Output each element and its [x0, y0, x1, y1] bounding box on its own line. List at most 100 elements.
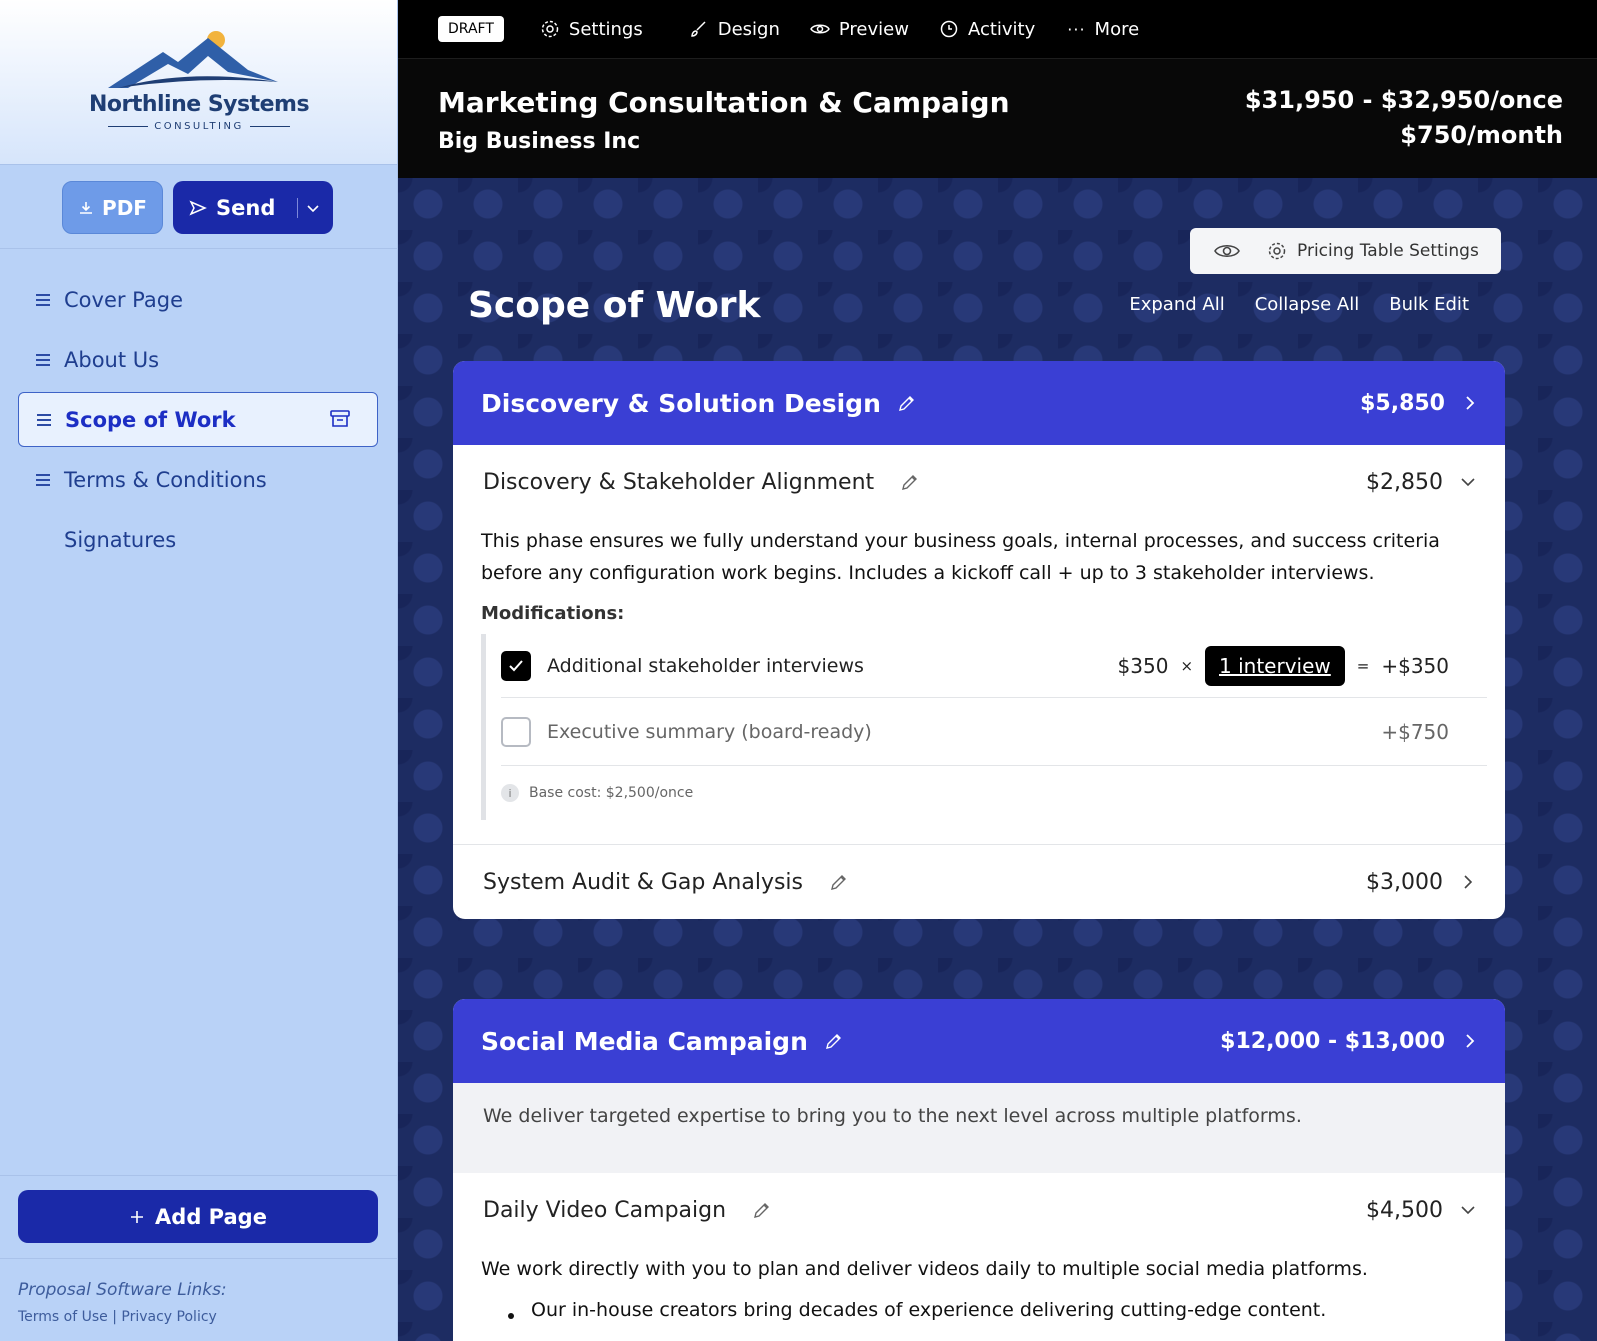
sidebar-item-scope-of-work[interactable]: Scope of Work [18, 392, 378, 447]
pencil-icon[interactable] [897, 393, 917, 413]
pencil-icon[interactable] [829, 872, 849, 892]
divider [0, 1175, 398, 1176]
drag-handle-icon[interactable] [36, 473, 50, 486]
base-cost-text: Base cost: $2,500/once [529, 785, 694, 801]
list-item: Our in-house creators bring decades of e… [453, 1285, 1505, 1321]
pricing-section-card: Discovery & Solution Design $5,850 Disco… [453, 361, 1505, 919]
send-icon [189, 200, 207, 215]
expand-all-button[interactable]: Expand All [1129, 294, 1224, 315]
quantity-input[interactable]: 1 interview [1205, 645, 1345, 686]
chevron-right-icon[interactable] [1463, 1032, 1477, 1050]
equals-sign: = [1356, 656, 1370, 675]
preview-menu[interactable]: Preview [809, 19, 909, 40]
sidebar-item-terms-conditions[interactable]: Terms & Conditions [18, 452, 378, 507]
activity-menu[interactable]: Activity [939, 19, 1035, 40]
section-intro: We deliver targeted expertise to bring y… [453, 1083, 1505, 1173]
line-item-price: $3,000 [1366, 869, 1443, 895]
line-item-title: Discovery & Stakeholder Alignment [483, 469, 875, 495]
topbar: DRAFT Settings Design Preview Activity ·… [398, 0, 1597, 58]
page-content: Pricing Table Settings Scope of Work Exp… [398, 178, 1597, 1341]
proposal-title[interactable]: Marketing Consultation & Campaign [438, 86, 1010, 119]
chevron-down-icon[interactable] [1459, 1203, 1477, 1217]
modification-total: +$750 [1381, 719, 1449, 744]
settings-label: Settings [568, 18, 643, 40]
base-cost-note: i Base cost: $2,500/once [501, 766, 1487, 820]
logo-name: Northline Systems [88, 92, 310, 117]
divider [0, 1258, 398, 1259]
add-page-label: Add Page [155, 1204, 267, 1229]
pricing-table-settings-label: Pricing Table Settings [1297, 241, 1479, 261]
sidebar-item-signatures[interactable]: Signatures [18, 512, 378, 567]
line-item-price: $4,500 [1366, 1197, 1443, 1223]
total-once-price: $31,950 - $32,950/once [1244, 86, 1563, 114]
chevron-down-icon[interactable] [306, 201, 320, 215]
pdf-button[interactable]: PDF [62, 181, 163, 234]
line-item-description: This phase ensures we fully understand y… [481, 530, 1440, 584]
send-button[interactable]: Send [173, 181, 333, 234]
visibility-toggle-button[interactable] [1190, 228, 1264, 274]
logo-subtitle: CONSULTING [0, 121, 398, 132]
modification-checkbox[interactable] [501, 650, 531, 681]
bulk-edit-button[interactable]: Bulk Edit [1389, 294, 1469, 315]
sidebar-item-label: About Us [64, 347, 160, 372]
modification-row: Executive summary (board-ready) +$750 [501, 698, 1487, 766]
send-label: Send [216, 195, 276, 220]
sidebar-item-about-us[interactable]: About Us [18, 332, 378, 387]
activity-label: Activity [967, 18, 1036, 40]
check-icon [509, 659, 523, 671]
settings-menu[interactable]: Settings [540, 19, 643, 40]
sidebar: Northline Systems CONSULTING PDF Send Co… [0, 0, 398, 1341]
terms-link[interactable]: Terms of Use [18, 1309, 108, 1325]
modification-calc: +$750 [1381, 720, 1449, 744]
pencil-icon[interactable] [824, 1031, 844, 1051]
status-badge: DRAFT [438, 16, 504, 42]
modification-checkbox[interactable] [501, 716, 531, 747]
line-item-header[interactable]: Discovery & Stakeholder Alignment $2,850 [453, 445, 1505, 519]
chevron-down-icon[interactable] [1459, 475, 1477, 489]
links-title: Proposal Software Links: [18, 1280, 227, 1300]
eye-icon [809, 24, 830, 34]
logo: Northline Systems CONSULTING [0, 0, 397, 165]
modification-calc: $350 × 1 interview = +$350 [1118, 645, 1449, 686]
modification-total: +$350 [1381, 653, 1449, 678]
section-header[interactable]: Social Media Campaign $12,000 - $13,000 [453, 999, 1505, 1083]
pencil-icon[interactable] [752, 1200, 772, 1220]
sidebar-item-cover-page[interactable]: Cover Page [18, 272, 378, 327]
divider [0, 248, 398, 249]
line-item-title: System Audit & Gap Analysis [483, 869, 803, 895]
line-item-description: We work directly with you to plan and de… [481, 1258, 1368, 1280]
add-page-button[interactable]: Add Page [18, 1190, 378, 1243]
section-title: Discovery & Solution Design [481, 388, 881, 418]
drag-handle-icon[interactable] [37, 413, 51, 426]
sidebar-item-label: Scope of Work [65, 407, 236, 432]
brush-icon [690, 21, 706, 37]
section-price: $5,850 [1360, 390, 1445, 416]
clock-icon [940, 20, 958, 38]
collapse-all-button[interactable]: Collapse All [1255, 294, 1360, 315]
list-item-text: Our in-house creators bring decades of e… [531, 1299, 1327, 1321]
send-separator [297, 197, 299, 218]
drag-handle-icon[interactable] [36, 293, 50, 306]
more-menu[interactable]: ··· More [1067, 19, 1139, 40]
design-menu[interactable]: Design [689, 19, 780, 40]
privacy-link[interactable]: Privacy Policy [121, 1309, 216, 1325]
pricing-table-settings-button[interactable]: Pricing Table Settings [1247, 228, 1501, 274]
line-item-header[interactable]: Daily Video Campaign $4,500 [453, 1173, 1505, 1247]
section-title: Social Media Campaign [481, 1026, 808, 1056]
chevron-right-icon[interactable] [1463, 394, 1477, 412]
proposal-header: Marketing Consultation & Campaign Big Bu… [398, 58, 1597, 178]
drag-handle-icon[interactable] [36, 353, 50, 366]
gear-icon [541, 20, 559, 38]
plus-icon [131, 1210, 144, 1223]
download-icon [80, 201, 93, 214]
client-name: Big Business Inc [438, 129, 641, 154]
archive-icon[interactable] [329, 409, 351, 429]
line-item-title: Daily Video Campaign [483, 1197, 727, 1223]
modification-row: Additional stakeholder interviews $350 ×… [501, 634, 1487, 698]
section-header[interactable]: Discovery & Solution Design $5,850 [453, 361, 1505, 445]
chevron-right-icon[interactable] [1459, 873, 1477, 891]
line-item-header[interactable]: System Audit & Gap Analysis $3,000 [453, 845, 1505, 919]
eye-icon [1214, 244, 1240, 258]
multiply-sign: × [1180, 656, 1194, 675]
pencil-icon[interactable] [900, 472, 920, 492]
